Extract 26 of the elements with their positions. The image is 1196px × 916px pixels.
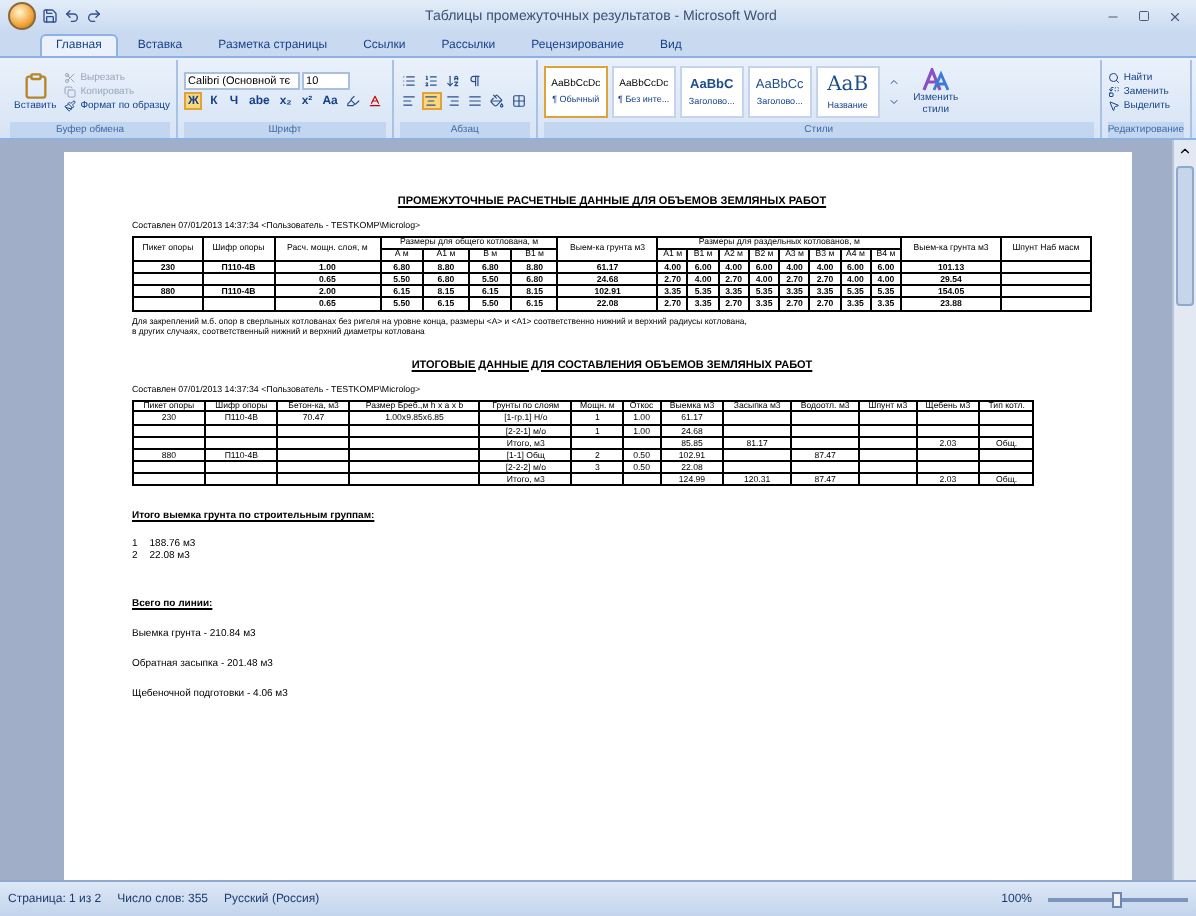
scissors-icon (64, 71, 77, 83)
copy-icon (64, 85, 77, 97)
undo-icon[interactable] (64, 8, 80, 24)
save-icon[interactable] (42, 8, 58, 24)
cursor-icon (1107, 99, 1120, 111)
shading-icon[interactable] (487, 92, 508, 110)
scrollbar-thumb[interactable] (1176, 166, 1194, 306)
clipboard-icon (21, 71, 50, 99)
align-icon[interactable] (465, 92, 486, 110)
redo-icon[interactable] (86, 8, 102, 24)
pilcrow-icon[interactable] (465, 72, 486, 90)
style-preview: AaB (827, 73, 869, 95)
font-color-icon[interactable] (365, 92, 386, 110)
paintbrush-icon (64, 99, 77, 111)
sort-icon[interactable] (443, 72, 464, 90)
replace-icon (1107, 85, 1120, 97)
align-icon[interactable] (421, 92, 442, 110)
highlighter-icon[interactable] (343, 92, 364, 110)
numbered-list-icon[interactable] (421, 72, 442, 90)
office-button[interactable] (8, 2, 36, 30)
align-icon[interactable] (443, 92, 464, 110)
borders-icon[interactable] (509, 92, 530, 110)
scroll-up-icon[interactable] (1178, 144, 1192, 158)
align-icon[interactable] (399, 92, 420, 110)
styles-icon (921, 67, 950, 91)
slider-thumb[interactable] (1112, 891, 1122, 907)
